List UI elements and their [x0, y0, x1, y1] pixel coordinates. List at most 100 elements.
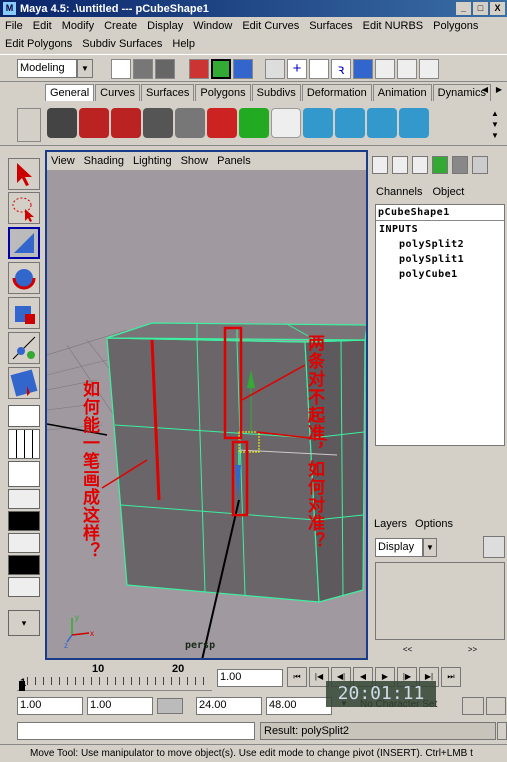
panel-menu-panels[interactable]: Panels	[217, 155, 251, 167]
snap-grid-icon[interactable]	[309, 59, 329, 79]
maximize-button[interactable]: □	[473, 2, 488, 15]
pick-mask-icon[interactable]: +	[287, 59, 307, 79]
layer-scroll[interactable]: << >>	[375, 645, 505, 657]
menu-edit-curves[interactable]: Edit Curves	[237, 20, 304, 32]
chevron-left-icon[interactable]: ◀	[478, 85, 492, 99]
start-time-field[interactable]: 1.00	[17, 697, 83, 715]
hierarchy-icon[interactable]	[303, 108, 333, 138]
viewport-panel[interactable]: View Shading Lighting Show Panels y x z …	[45, 150, 368, 660]
menu-create[interactable]: Create	[99, 20, 142, 32]
tab-polygons[interactable]: Polygons	[195, 84, 251, 101]
menu-file[interactable]: File	[0, 20, 28, 32]
go-to-end-icon[interactable]: ⏭	[441, 667, 461, 687]
menu-help[interactable]: Help	[167, 38, 200, 50]
lasso-tool-icon[interactable]	[8, 192, 40, 224]
hierarchy-3-icon[interactable]	[367, 108, 397, 138]
shelf-menu-icon[interactable]	[17, 108, 41, 142]
animation-preferences-icon[interactable]	[486, 697, 506, 715]
hierarchy-2-icon[interactable]	[335, 108, 365, 138]
new-scene-icon[interactable]	[111, 59, 131, 79]
show-manipulator-icon[interactable]	[8, 367, 40, 399]
layout-outliner-icon[interactable]	[8, 461, 40, 487]
panel-menu-lighting[interactable]: Lighting	[133, 155, 172, 167]
manipulator-tool-icon[interactable]	[8, 332, 40, 364]
tab-channels[interactable]: Channels	[376, 186, 422, 198]
channel-list-icon[interactable]	[372, 156, 388, 174]
chevron-down-icon[interactable]: ▼	[77, 59, 93, 78]
ipr-render-icon[interactable]	[419, 59, 439, 79]
go-to-start-icon[interactable]: ⏮	[287, 667, 307, 687]
mode-select[interactable]: Modeling	[17, 59, 77, 78]
menu-modify[interactable]: Modify	[57, 20, 99, 32]
tab-curves[interactable]: Curves	[95, 84, 140, 101]
tab-general[interactable]: General	[45, 84, 95, 101]
playback-end-field[interactable]: 24.00	[196, 697, 262, 715]
tool-settings-icon[interactable]	[452, 156, 468, 174]
history-icon[interactable]	[375, 59, 395, 79]
time-slider[interactable]: 1 10 20 1.00 ⏮ |◀ ◀| ◀ ▶ |▶ ▶| ⏭ 20:01:1…	[0, 661, 507, 707]
tab-layers[interactable]: Layers	[374, 518, 407, 530]
tab-subdivs[interactable]: Subdivs	[251, 84, 301, 101]
select-hierarchy-icon[interactable]	[189, 59, 209, 79]
save-scene-icon[interactable]	[155, 59, 175, 79]
scale-tool-icon[interactable]	[8, 297, 40, 329]
menu-surfaces[interactable]: Surfaces	[304, 20, 357, 32]
layout-single-icon[interactable]	[8, 405, 40, 427]
layer-list[interactable]	[375, 562, 505, 640]
current-frame-field[interactable]: 1.00	[217, 669, 283, 687]
panel-menu-shading[interactable]: Shading	[84, 155, 124, 167]
minimize-button[interactable]: _	[456, 2, 471, 15]
layout-render-icon[interactable]	[8, 533, 40, 553]
render-icon[interactable]	[397, 59, 417, 79]
camera-aim-icon[interactable]	[111, 108, 141, 138]
camera-icon[interactable]	[175, 108, 205, 138]
new-layer-icon[interactable]	[483, 536, 505, 558]
menu-edit-nurbs[interactable]: Edit NURBS	[358, 20, 429, 32]
attribute-editor-icon[interactable]	[432, 156, 448, 174]
snap-menu-icon[interactable]	[265, 59, 285, 79]
snap-point-icon[interactable]	[353, 59, 373, 79]
tab-deformation[interactable]: Deformation	[301, 84, 372, 101]
camera-red-icon[interactable]	[79, 108, 109, 138]
time-ruler[interactable]: 1 10 20	[17, 661, 212, 691]
select-tool-icon[interactable]	[8, 158, 40, 190]
arrow-icon[interactable]	[472, 156, 488, 174]
layout-curve-icon[interactable]	[8, 577, 40, 597]
key-icon[interactable]	[462, 697, 484, 715]
tab-animation[interactable]: Animation	[372, 84, 432, 101]
film-reel-icon[interactable]	[47, 108, 77, 138]
select-component-icon[interactable]	[233, 59, 253, 79]
end-time-field[interactable]: 48.00	[266, 697, 332, 715]
command-input[interactable]	[17, 722, 255, 740]
select-object-icon[interactable]	[211, 59, 231, 79]
panel-menu-show[interactable]: Show	[181, 155, 209, 167]
move-tool-icon[interactable]	[8, 227, 40, 259]
tab-object[interactable]: Object	[432, 186, 464, 198]
channel-grid-icon[interactable]	[412, 156, 428, 174]
layout-more-button[interactable]: ▾	[8, 610, 40, 636]
layout-hypergraph-icon[interactable]	[8, 511, 40, 531]
input-node-item[interactable]: polySplit2	[399, 239, 464, 250]
snap-curve-icon[interactable]: ꝛ	[331, 59, 351, 79]
menu-subdiv-surfaces[interactable]: Subdiv Surfaces	[77, 38, 167, 50]
layout-script-icon[interactable]	[8, 555, 40, 575]
panel-menu-view[interactable]: View	[51, 155, 75, 167]
cylinder-icon[interactable]	[271, 108, 301, 138]
close-button[interactable]: X	[490, 2, 505, 15]
range-bar-handle[interactable]	[157, 698, 183, 714]
shelf-scroll[interactable]: ▲ ▼ ▼	[488, 108, 502, 142]
chevron-down-icon[interactable]: ▼	[423, 538, 437, 557]
chevron-right-icon[interactable]: ▶	[492, 85, 506, 99]
menu-display[interactable]: Display	[142, 20, 188, 32]
menu-edit-polygons[interactable]: Edit Polygons	[0, 38, 77, 50]
hierarchy-4-icon[interactable]	[399, 108, 429, 138]
open-scene-icon[interactable]	[133, 59, 153, 79]
script-editor-icon[interactable]	[497, 722, 507, 740]
layout-four-icon[interactable]	[8, 429, 40, 459]
camera-aim-up-icon[interactable]	[143, 108, 173, 138]
menu-edit[interactable]: Edit	[28, 20, 57, 32]
channel-layout-icon[interactable]	[392, 156, 408, 174]
input-node-item[interactable]: polySplit1	[399, 254, 464, 265]
redo-arrow-icon[interactable]	[239, 108, 269, 138]
layer-display-select[interactable]: Display	[375, 538, 423, 557]
